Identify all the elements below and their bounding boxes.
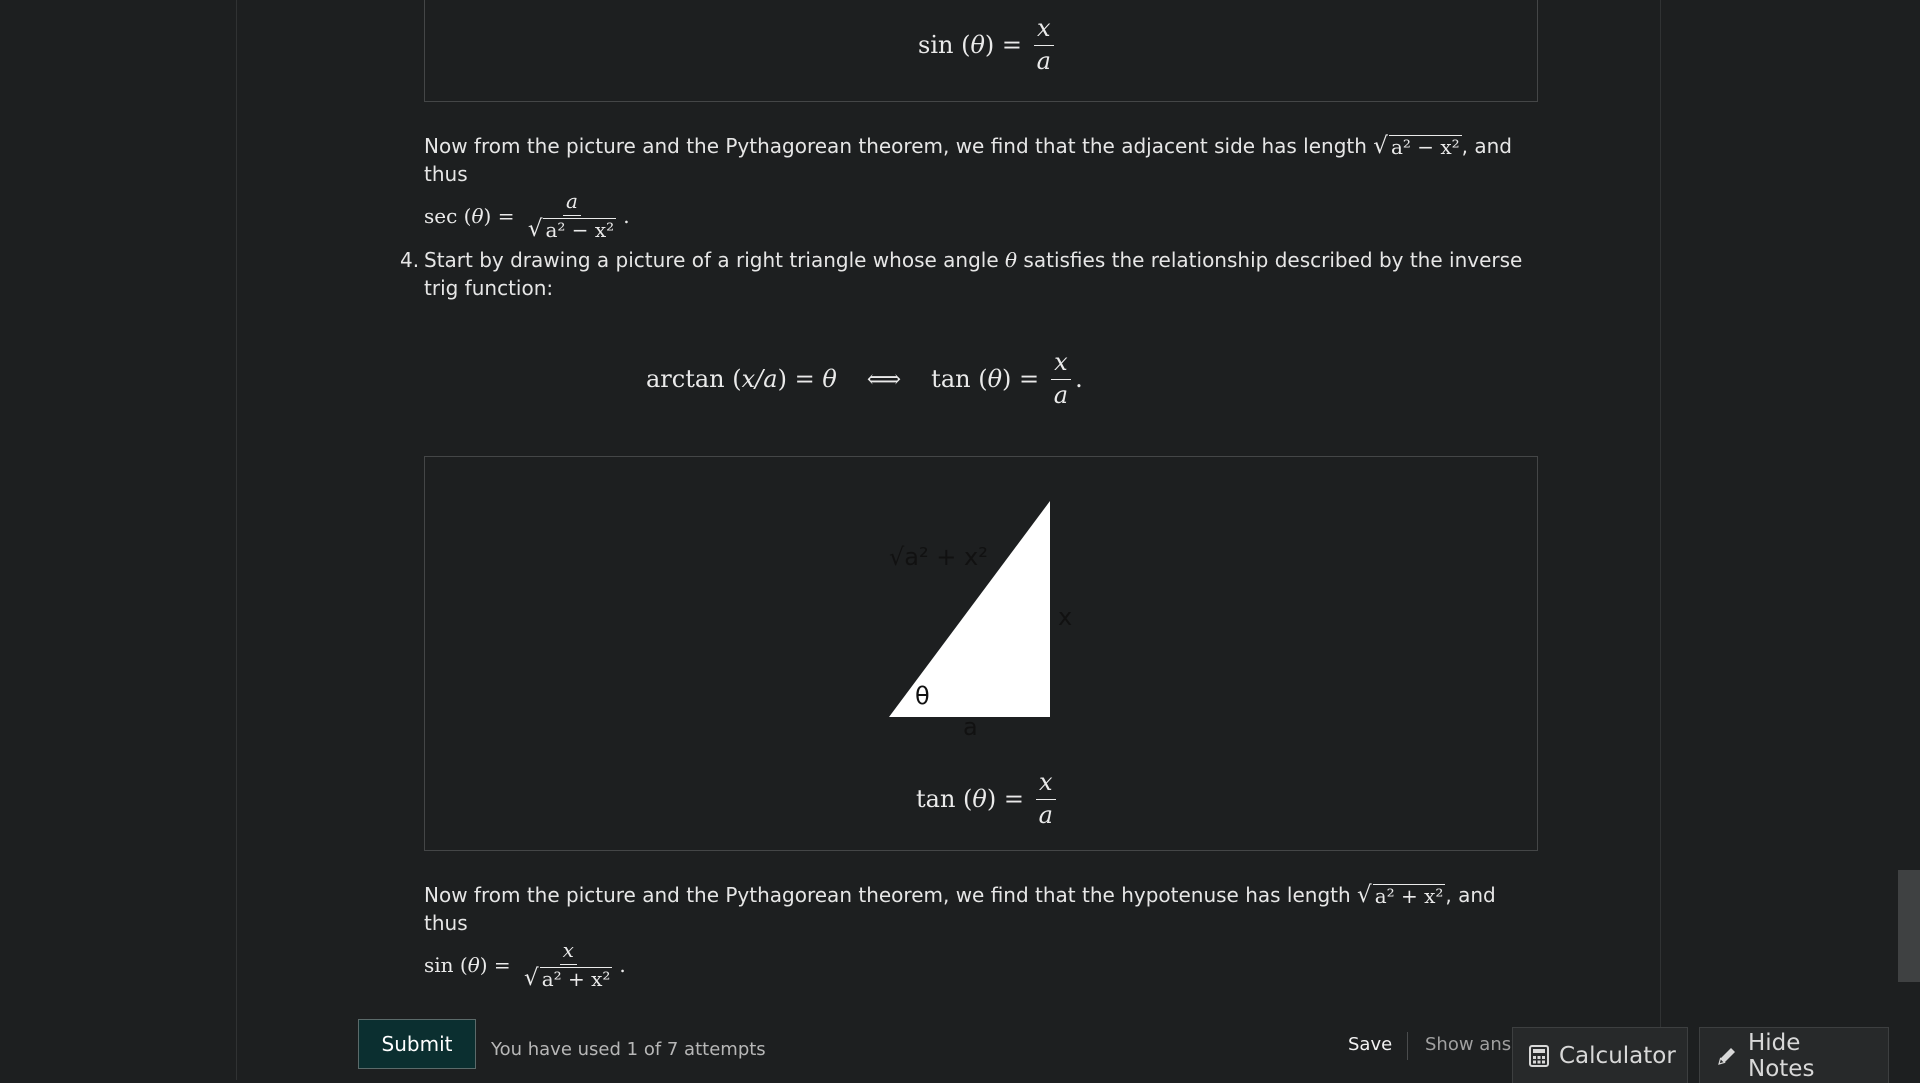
calculator-label: Calculator [1559, 1042, 1676, 1069]
sec-result-equation: sec (θ) = a √ a² − x². [424, 189, 630, 242]
theta-symbol: θ [1005, 248, 1018, 272]
item-number: 4. [400, 248, 420, 272]
figure-box-previous: sin (θ) = xa [424, 0, 1538, 102]
explanation-adjacent: Now from the picture and the Pythagorean… [424, 132, 1544, 242]
triangle-caption-equation: tan (θ) = xa [916, 768, 1060, 829]
hide-notes-button[interactable]: Hide Notes [1699, 1027, 1889, 1083]
solution-item-4: 4. Start by drawing a picture of a right… [400, 246, 1540, 302]
calculator-button[interactable]: Calculator [1512, 1027, 1688, 1083]
conclusion-text: Now from the picture and the Pythagorean… [424, 883, 1351, 907]
attempts-counter: You have used 1 of 7 attempts [491, 1039, 766, 1060]
show-answer-button[interactable]: Show answer [1425, 1034, 1515, 1055]
triangle-figure-box: √a² + x² x a θ tan (θ) = xa [424, 456, 1538, 851]
scrollbar-thumb[interactable] [1898, 870, 1920, 982]
problem-action-bar: Submit You have used 1 of 7 attempts Sav… [0, 1010, 1920, 1083]
explanation-text: Now from the picture and the Pythagorean… [424, 134, 1367, 158]
content-right-border [1660, 0, 1661, 1080]
explanation-hypotenuse: Now from the picture and the Pythagorean… [424, 881, 1544, 991]
sqrt-expression: √ a² + x² [1357, 882, 1446, 908]
angle-label: θ [915, 682, 930, 710]
sqrt-expression: √ a² − x² [1373, 133, 1462, 159]
hide-notes-label: Hide Notes [1748, 1029, 1815, 1082]
content-left-border [236, 0, 237, 1080]
adjacent-label: a [963, 713, 978, 741]
submit-button[interactable]: Submit [358, 1019, 476, 1069]
item-text-a: Start by drawing a picture of a right tr… [424, 248, 999, 272]
arctan-equivalence-equation: arctan (x/a) = θ ⟺ tan (θ) = xa. [646, 348, 1083, 409]
hypotenuse-label: √a² + x² [889, 543, 988, 571]
action-divider [1407, 1032, 1408, 1060]
right-triangle [889, 501, 1050, 717]
sin-result-equation: sin (θ) = x √ a² + x². [424, 938, 626, 991]
calculator-icon [1529, 1044, 1549, 1067]
opposite-label: x [1058, 603, 1073, 631]
pencil-icon [1718, 1047, 1735, 1065]
save-button[interactable]: Save [1348, 1034, 1392, 1055]
box-equation-sin: sin (θ) = xa [918, 14, 1058, 75]
